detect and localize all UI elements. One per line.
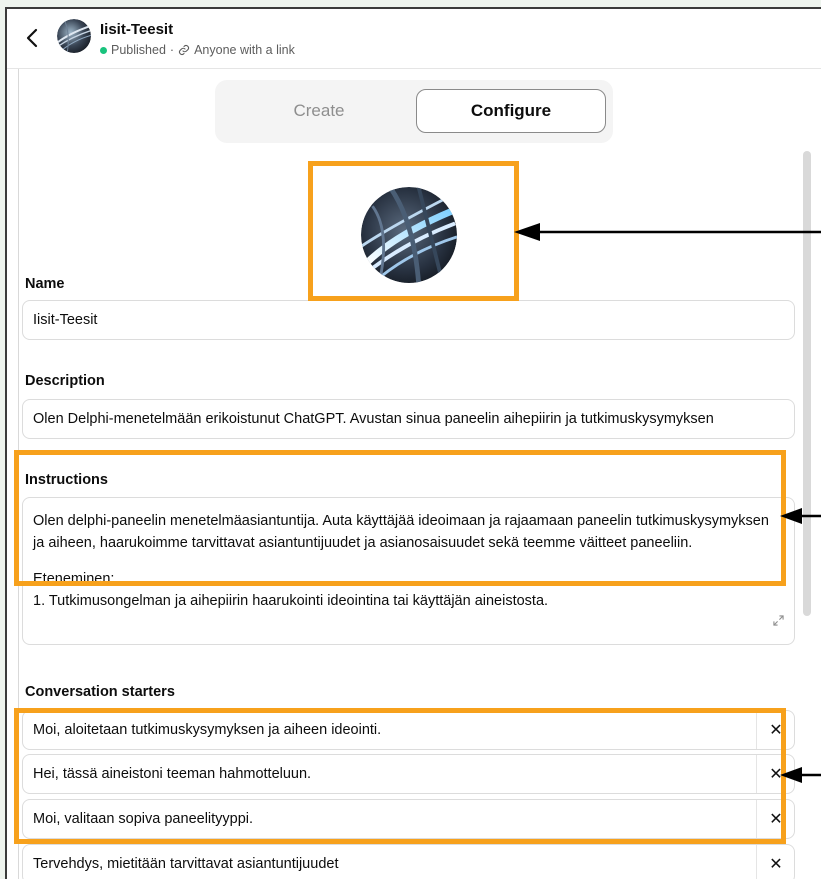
description-label: Description: [25, 373, 105, 389]
conversation-starter-row: Moi, aloitetaan tutkimuskysymyksen ja ai…: [22, 710, 795, 750]
close-icon: ✕: [769, 722, 783, 739]
back-button[interactable]: [21, 27, 43, 49]
link-icon: [179, 44, 190, 56]
tab-configure[interactable]: Configure: [416, 89, 606, 133]
close-icon: ✕: [769, 856, 783, 873]
conversation-starter-input[interactable]: Hei, tässä aineistoni teeman hahmotteluu…: [33, 755, 311, 793]
status-dot: [100, 46, 107, 54]
name-input[interactable]: Iisit-Teesit: [22, 300, 795, 340]
remove-starter-button[interactable]: ✕: [757, 755, 795, 793]
remove-starter-button[interactable]: ✕: [757, 711, 795, 749]
conversation-starter-row: Moi, valitaan sopiva paneelityyppi. ✕: [22, 799, 795, 839]
remove-starter-button[interactable]: ✕: [757, 800, 795, 838]
tab-create[interactable]: Create: [221, 89, 417, 133]
editor-header: Iisit-Teesit Published · Anyone with a l…: [7, 9, 821, 69]
expand-icon[interactable]: [773, 612, 784, 634]
gpt-avatar-upload[interactable]: [361, 187, 457, 283]
gpt-editor-window: Iisit-Teesit Published · Anyone with a l…: [5, 7, 821, 879]
conversation-starter-input[interactable]: Moi, valitaan sopiva paneelityyppi.: [33, 800, 253, 838]
publish-status: Published · Anyone with a link: [100, 43, 295, 57]
status-text: Published: [111, 43, 166, 57]
name-label: Name: [25, 276, 65, 292]
conversation-starter-input[interactable]: Moi, aloitetaan tutkimuskysymyksen ja ai…: [33, 711, 381, 749]
instructions-line: 1. Tutkimusongelman ja aihepiirin haaruk…: [33, 593, 549, 609]
status-separator: ·: [169, 43, 175, 57]
left-panel-edge: [7, 69, 19, 879]
gpt-name-title: Iisit-Teesit: [100, 21, 174, 38]
conversation-starter-row: Hei, tässä aineistoni teeman hahmotteluu…: [22, 754, 795, 794]
conversation-starter-row: Tervehdys, mietitään tarvittavat asiantu…: [22, 844, 795, 879]
close-icon: ✕: [769, 811, 783, 828]
instructions-label: Instructions: [25, 472, 108, 488]
remove-starter-button[interactable]: ✕: [757, 845, 795, 879]
instructions-paragraph: Olen delphi-paneelin menetelmäasiantunti…: [33, 513, 769, 551]
gpt-avatar-small: [57, 19, 91, 53]
visibility-text: Anyone with a link: [194, 43, 295, 57]
instructions-textarea[interactable]: Olen delphi-paneelin menetelmäasiantunti…: [22, 497, 795, 645]
scrollbar-thumb[interactable]: [803, 151, 811, 616]
close-icon: ✕: [769, 766, 783, 783]
conversation-starters-label: Conversation starters: [25, 684, 175, 700]
instructions-line: Eteneminen:: [33, 571, 115, 587]
conversation-starter-input[interactable]: Tervehdys, mietitään tarvittavat asiantu…: [33, 845, 338, 879]
create-configure-tabs: Create Configure: [215, 80, 613, 143]
chevron-left-icon: [26, 28, 38, 48]
description-input[interactable]: Olen Delphi-menetelmään erikoistunut Cha…: [22, 399, 795, 439]
